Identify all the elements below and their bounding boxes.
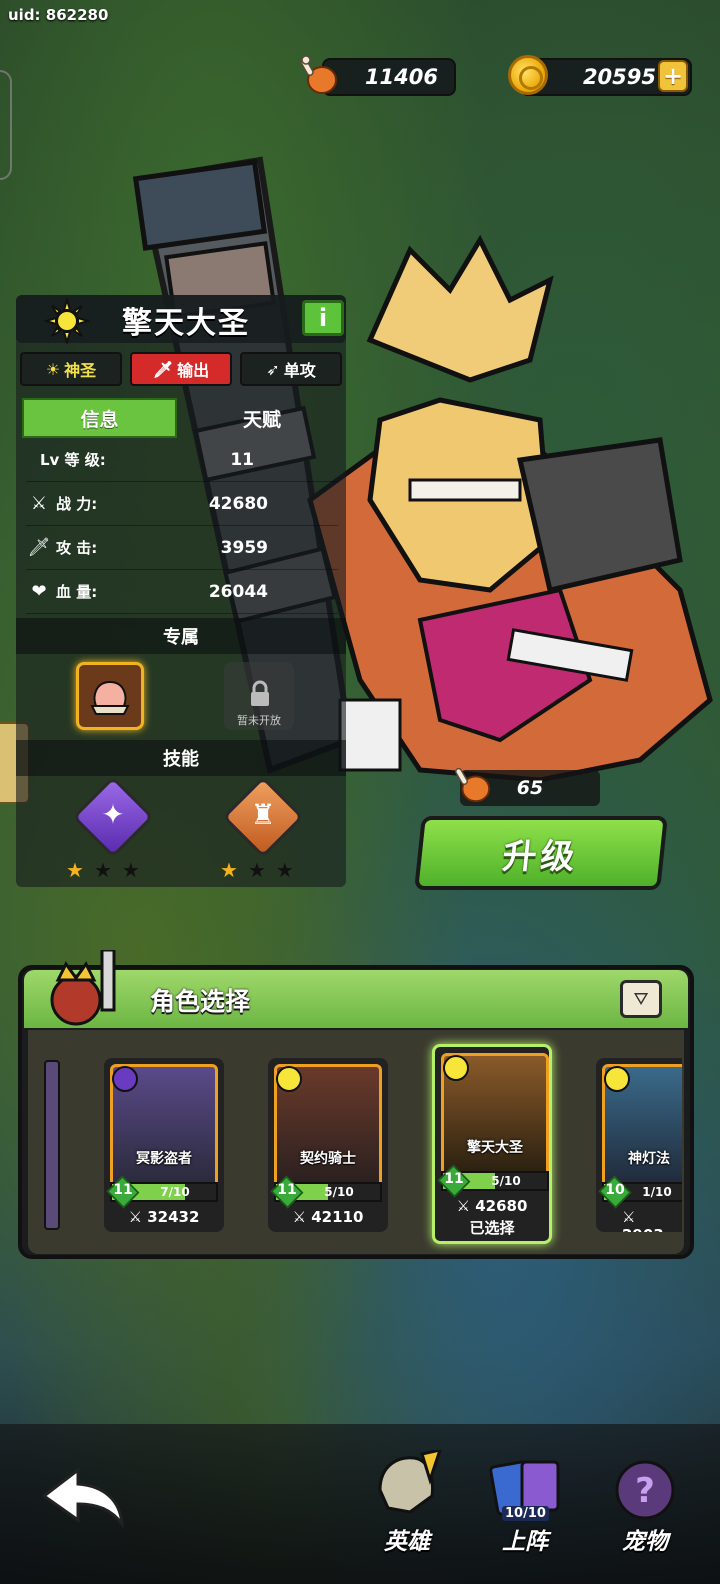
stat-level-label: Lv 等 级: xyxy=(40,451,106,469)
tag-single-label: 单攻 xyxy=(283,361,316,380)
star-icon: ★ xyxy=(220,858,238,882)
meat-icon xyxy=(300,55,337,94)
tag-holy: ☀ 神圣 xyxy=(20,352,122,386)
nav-deck-label: 上阵 xyxy=(502,1529,548,1555)
locked-text: 暂未开放 xyxy=(237,714,281,727)
nav-hero[interactable]: 英雄 xyxy=(352,1448,462,1558)
upgrade-button[interactable]: 升级 xyxy=(414,816,668,890)
card-level: 10 xyxy=(605,1182,625,1198)
card-name: 擎天大圣 xyxy=(467,1140,523,1156)
deck-count: 10/10 xyxy=(502,1506,549,1521)
hero-info-button[interactable]: i xyxy=(302,300,344,336)
skill-1-icon: ✦ xyxy=(101,798,125,831)
meat-amount: 11406 xyxy=(364,65,438,89)
hero-select-title: 角色选择 xyxy=(150,987,251,1016)
heart-icon: ❤ xyxy=(31,581,47,602)
sword-icon: 🗡 xyxy=(152,359,174,379)
tag-holy-label: 神圣 xyxy=(64,361,97,380)
skill-2-stars: ★ ★ ★ xyxy=(220,858,294,882)
nav-pet-label: 宠物 xyxy=(622,1529,668,1555)
meat-cost-icon xyxy=(455,767,491,803)
tab-talent[interactable]: 天赋 xyxy=(182,398,342,438)
moon-class-icon xyxy=(112,1066,138,1092)
meat-counter: 11406 xyxy=(322,58,456,96)
tab-info[interactable]: 信息 xyxy=(22,398,177,438)
card-level: 11 xyxy=(277,1182,297,1198)
card-name: 冥影盗者 xyxy=(136,1151,192,1167)
hero-card[interactable]: 冥影盗者 7/10 11 ⚔ 32432 xyxy=(104,1058,224,1232)
exclusive-section-title: 专属 xyxy=(16,618,346,654)
card-power-value: 42680 xyxy=(475,1197,528,1215)
star-icon: ★ xyxy=(93,858,112,882)
card-power: ⚔ 32432 xyxy=(128,1208,200,1226)
pet-egg-icon: ? xyxy=(615,1460,675,1520)
card-level: 11 xyxy=(113,1182,133,1198)
stat-power-label: 战 力: xyxy=(56,495,98,513)
partial-card[interactable] xyxy=(44,1060,60,1230)
lock-icon xyxy=(251,680,269,706)
stat-power: ⚔ 战 力: 42680 xyxy=(26,482,338,526)
tag-dps: 🗡 输出 xyxy=(130,352,232,386)
stat-attack-value: 3959 xyxy=(220,537,268,558)
card-power-value: 32432 xyxy=(147,1208,200,1226)
add-gold-button[interactable]: + xyxy=(658,60,688,92)
holy-class-icon xyxy=(44,298,90,344)
hero-card-selected[interactable]: 擎天大圣 5/10 11 ⚔ 42680 已选择 xyxy=(432,1044,552,1244)
svg-text:?: ? xyxy=(635,1471,655,1511)
card-name: 神灯法 xyxy=(628,1151,670,1167)
sun-class-icon xyxy=(604,1066,630,1092)
selected-label: 已选择 xyxy=(469,1219,515,1237)
hero-name: 擎天大圣 xyxy=(122,306,250,341)
star-icon: ★ xyxy=(121,858,140,882)
star-icon: ★ xyxy=(66,858,84,882)
nav-deck[interactable]: 10/10 上阵 xyxy=(470,1448,580,1558)
king-mascot-icon xyxy=(50,950,116,1026)
skill-2-icon: ♜ xyxy=(250,798,276,831)
stat-attack: 🗡 攻 击: 3959 xyxy=(26,526,338,570)
card-power: ⚔ 42110 xyxy=(292,1208,364,1226)
card-power-value: 2903 xyxy=(622,1226,664,1232)
tag-single-target: ➶ 单攻 xyxy=(240,352,342,386)
sun-small-icon: ☀ xyxy=(45,359,61,379)
sword-stat-icon: 🗡 xyxy=(27,537,51,558)
coin-icon xyxy=(508,55,548,95)
nav-hero-label: 英雄 xyxy=(384,1529,430,1555)
stat-hp: ❤ 血 量: 26044 xyxy=(26,570,338,614)
stat-attack-label: 攻 击: xyxy=(56,539,98,557)
stat-power-value: 42680 xyxy=(208,493,268,514)
peach-icon xyxy=(90,680,130,715)
hero-card[interactable]: 契约骑士 5/10 11 ⚔ 42110 xyxy=(268,1058,388,1232)
star-icon: ★ xyxy=(275,858,294,882)
hero-card[interactable]: 神灯法 1/10 10 ⚔ 2903 xyxy=(596,1058,682,1232)
card-power: ⚔ 2903 xyxy=(596,1208,682,1232)
tag-dps-label: 输出 xyxy=(177,361,210,380)
filter-button[interactable]: ⛛ xyxy=(620,980,662,1018)
card-level: 11 xyxy=(444,1171,464,1187)
single-attack-icon: ➶ xyxy=(266,359,280,379)
stat-hp-value: 26044 xyxy=(208,581,268,602)
skill-1-stars: ★ ★ ★ xyxy=(66,858,140,882)
knight-helmet-icon xyxy=(378,1450,442,1514)
card-power-value: 42110 xyxy=(311,1208,364,1226)
back-arrow-icon[interactable] xyxy=(38,1462,128,1532)
upgrade-cost-value: 65 xyxy=(516,777,544,799)
gold-amount: 20595 xyxy=(582,65,656,89)
stat-level: Lv 等 级: 11 xyxy=(26,438,338,482)
stat-level-value: 11 xyxy=(230,449,254,470)
skills-section-title: 技能 xyxy=(16,740,346,776)
crossed-swords-icon: ⚔ xyxy=(30,493,48,514)
card-name: 契约骑士 xyxy=(300,1151,356,1167)
sun-class-icon xyxy=(443,1055,469,1081)
side-handle[interactable] xyxy=(0,70,12,180)
card-power: ⚔ 42680 xyxy=(456,1197,528,1215)
uid-label: uid: 862280 xyxy=(8,6,109,24)
star-icon: ★ xyxy=(247,858,266,882)
sun-class-icon xyxy=(276,1066,302,1092)
nav-pet[interactable]: ? 宠物 xyxy=(590,1448,700,1558)
filter-icon: ⛛ xyxy=(633,988,649,1010)
stat-hp-label: 血 量: xyxy=(56,583,98,601)
